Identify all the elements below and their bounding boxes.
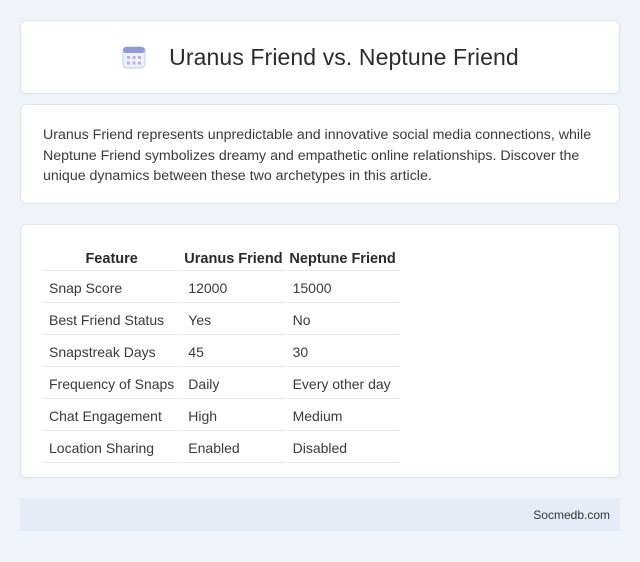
table-row: Snapstreak Days 45 30	[43, 337, 399, 367]
header-neptune-friend: Neptune Friend	[286, 247, 399, 271]
page-title: Uranus Friend vs. Neptune Friend	[169, 43, 519, 70]
table-cell: 45	[182, 337, 285, 367]
table-cell: Frequency of Snaps	[43, 369, 181, 399]
table-row: Snap Score 12000 15000	[43, 273, 399, 303]
footer-site-link[interactable]: Socmedb.com	[533, 508, 610, 522]
table-cell: 15000	[286, 273, 399, 303]
table-cell: Chat Engagement	[43, 401, 181, 431]
table-cell: Snap Score	[43, 273, 181, 303]
table-header-row: Feature Uranus Friend Neptune Friend	[43, 247, 399, 271]
table-cell: Snapstreak Days	[43, 337, 181, 367]
table-cell: No	[286, 305, 399, 335]
header-feature: Feature	[43, 247, 181, 271]
intro-card: Uranus Friend represents unpredictable a…	[20, 104, 620, 204]
comparison-table: Feature Uranus Friend Neptune Friend Sna…	[41, 245, 401, 465]
table-cell: 30	[286, 337, 399, 367]
table-row: Best Friend Status Yes No	[43, 305, 399, 335]
footer-bar: Socmedb.com	[20, 498, 620, 531]
table-cell: Yes	[182, 305, 285, 335]
table-cell: Best Friend Status	[43, 305, 181, 335]
comparison-card: Feature Uranus Friend Neptune Friend Sna…	[20, 224, 620, 478]
table-cell: Disabled	[286, 433, 399, 463]
table-row: Frequency of Snaps Daily Every other day	[43, 369, 399, 399]
table-cell: Daily	[182, 369, 285, 399]
table-cell: Every other day	[286, 369, 399, 399]
calendar-icon	[121, 44, 147, 70]
table-row: Chat Engagement High Medium	[43, 401, 399, 431]
header-uranus-friend: Uranus Friend	[182, 247, 285, 271]
table-cell: Location Sharing	[43, 433, 181, 463]
table-cell: Medium	[286, 401, 399, 431]
table-cell: 12000	[182, 273, 285, 303]
title-row: Uranus Friend vs. Neptune Friend	[121, 44, 519, 71]
table-cell: High	[182, 401, 285, 431]
intro-paragraph: Uranus Friend represents unpredictable a…	[43, 127, 592, 184]
title-card: Uranus Friend vs. Neptune Friend	[20, 20, 620, 94]
table-cell: Enabled	[182, 433, 285, 463]
table-row: Location Sharing Enabled Disabled	[43, 433, 399, 463]
